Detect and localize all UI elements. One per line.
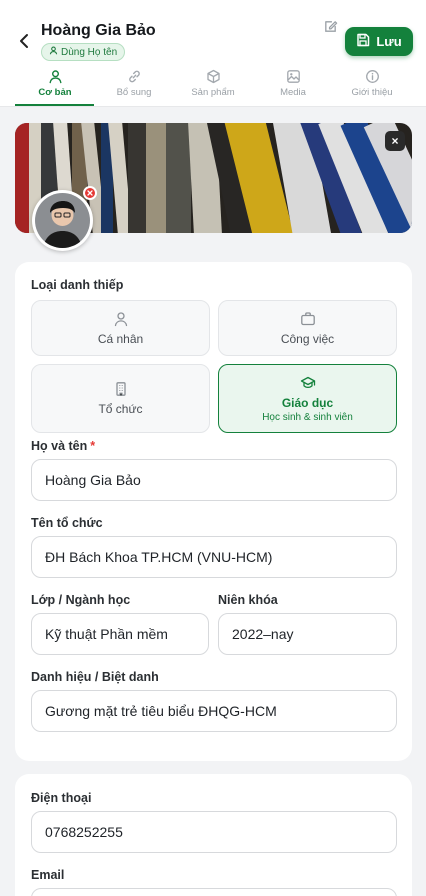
required-mark: * <box>90 439 96 453</box>
tab-media[interactable]: Media <box>253 67 333 107</box>
image-icon <box>286 69 301 84</box>
type-option-sublabel: Học sinh & sinh viên <box>262 411 353 423</box>
type-option-giao-duc[interactable]: Giáo dục Học sinh & sinh viên <box>218 364 397 433</box>
save-button[interactable]: Lưu <box>345 27 413 56</box>
phone-label: Điện thoại <box>31 791 92 805</box>
tab-gioi-thieu[interactable]: Giới thiệu <box>332 67 412 107</box>
card-type-title: Loại danh thiếp <box>31 278 124 292</box>
use-full-name-label: Dùng Họ tên <box>61 46 118 58</box>
person-icon <box>49 46 58 58</box>
active-tab-indicator <box>15 104 94 106</box>
class-label: Lớp / Ngành học <box>31 593 131 607</box>
user-icon <box>48 69 63 84</box>
back-icon[interactable] <box>14 30 34 52</box>
remove-avatar-button[interactable] <box>83 186 97 200</box>
tab-label: Bổ sung <box>116 87 152 98</box>
briefcase-icon <box>300 311 316 327</box>
type-option-cong-viec[interactable]: Công việc <box>218 300 397 356</box>
full-name-label: Họ và tên * <box>31 439 95 453</box>
close-icon <box>87 189 93 198</box>
type-option-label: Cá nhân <box>97 331 144 346</box>
profile-name: Hoàng Gia Bảo <box>41 22 156 39</box>
link-icon <box>127 69 142 84</box>
remove-cover-button[interactable]: × <box>385 131 405 151</box>
type-option-label: Giáo dục <box>281 395 334 410</box>
class-field[interactable]: Kỹ thuật Phần mềm <box>31 613 209 655</box>
tab-co-ban[interactable]: Cơ bản <box>15 67 95 107</box>
building-icon <box>113 381 129 397</box>
title-field[interactable]: Gương mặt trẻ tiêu biểu ĐHQG-HCM <box>31 690 397 732</box>
tab-label: Sản phẩm <box>191 87 235 98</box>
top-header: Hoàng Gia Bảo Dùng Họ tên Lưu Cơ bản Bổ … <box>0 0 426 107</box>
tab-label: Cơ bản <box>38 87 72 98</box>
type-option-label: Công việc <box>280 331 335 346</box>
year-field[interactable]: 2022–nay <box>218 613 397 655</box>
tab-san-pham[interactable]: Sản phẩm <box>173 67 253 107</box>
info-icon <box>365 69 380 84</box>
tab-bo-sung[interactable]: Bổ sung <box>94 67 174 107</box>
box-icon <box>206 69 221 84</box>
type-option-ca-nhan[interactable]: Cá nhân <box>31 300 210 356</box>
type-option-to-chuc[interactable]: Tổ chức <box>31 364 210 433</box>
person-icon <box>113 311 129 327</box>
email-label: Email <box>31 868 65 882</box>
title-label: Danh hiệu / Biệt danh <box>31 670 159 684</box>
edit-icon[interactable] <box>323 19 339 35</box>
full-name-label-text: Họ và tên <box>31 439 88 453</box>
basic-info-card: Loại danh thiếp Cá nhân Công việc Tổ chứ… <box>15 262 412 761</box>
contact-card: Điện thoại 0768252255 Email <box>15 774 412 896</box>
org-field[interactable]: ĐH Bách Khoa TP.HCM (VNU-HCM) <box>31 536 397 578</box>
save-label: Lưu <box>376 34 402 49</box>
use-full-name-chip[interactable]: Dùng Họ tên <box>41 43 126 61</box>
phone-field[interactable]: 0768252255 <box>31 811 397 853</box>
floppy-disk-icon <box>356 33 370 50</box>
tab-label: Giới thiệu <box>351 87 393 98</box>
avatar[interactable] <box>32 190 93 251</box>
email-field[interactable] <box>31 888 397 896</box>
year-label: Niên khóa <box>218 593 278 607</box>
avatar-photo <box>35 193 90 248</box>
full-name-field[interactable]: Hoàng Gia Bảo <box>31 459 397 501</box>
type-option-label: Tổ chức <box>98 402 143 416</box>
tab-label: Media <box>280 87 306 98</box>
org-label: Tên tổ chức <box>31 516 103 530</box>
graduation-cap-icon <box>300 375 316 391</box>
